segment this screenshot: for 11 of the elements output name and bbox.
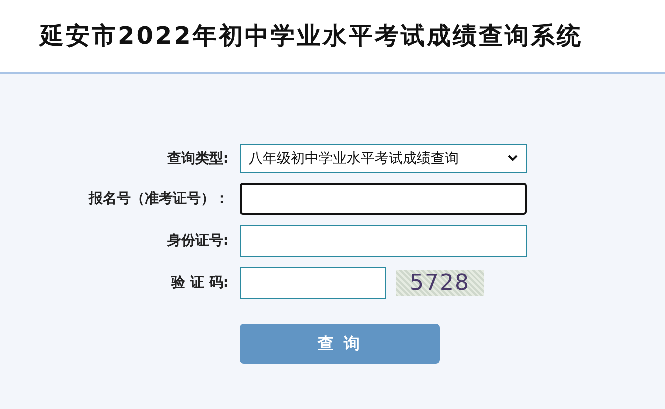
field-label: 身份证号: <box>166 232 230 250</box>
field-label: 查询类型: <box>166 150 230 168</box>
page-title: 延安市2022年初中学业水平考试成绩查询系统 <box>40 21 583 52</box>
input-field[interactable] <box>240 183 527 215</box>
captcha-image[interactable]: 5728 <box>396 270 484 296</box>
input-field[interactable] <box>240 225 527 257</box>
captcha-input[interactable] <box>240 267 386 299</box>
field-label: 验 证 码: <box>170 274 230 292</box>
query-type-dropdown[interactable]: 八年级初中学业水平考试成绩查询 <box>240 144 527 173</box>
field-label: 报名号（准考证号）： <box>88 190 230 208</box>
chevron-down-icon <box>508 155 518 162</box>
